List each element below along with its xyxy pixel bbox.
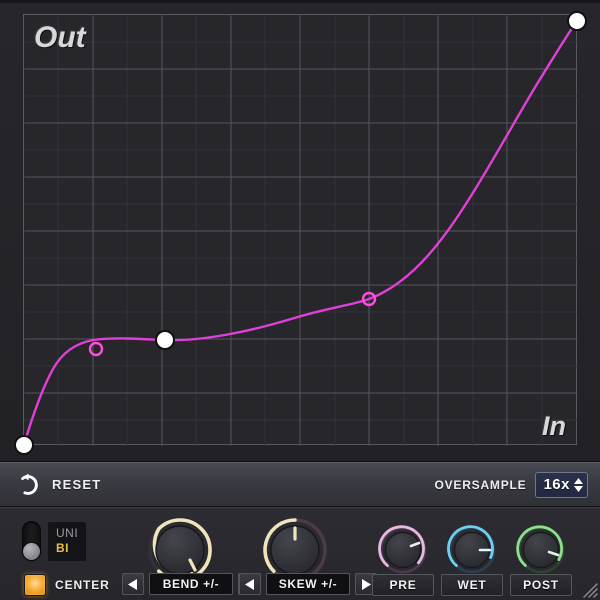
toggle-knob: [23, 543, 40, 560]
transfer-curve-plot[interactable]: Out In: [14, 11, 587, 455]
plugin-window: Out In RESET OVERSAMPLE 16x UNI BI CENTE…: [0, 0, 600, 600]
polarity-control[interactable]: UNI BI: [22, 521, 87, 561]
chevron-up-icon[interactable]: [574, 477, 583, 484]
bend-name-field[interactable]: BEND +/-: [149, 573, 233, 595]
curve-node-end[interactable]: [567, 11, 587, 31]
wet-knob[interactable]: [446, 524, 498, 576]
y-axis-label: Out: [34, 21, 86, 54]
x-axis-label: In: [542, 411, 566, 441]
triangle-left-icon: [128, 578, 137, 590]
reset-arrow-icon: [21, 473, 38, 495]
wet-button[interactable]: WET: [441, 574, 503, 596]
triangle-left-icon: [245, 578, 254, 590]
control-panel: UNI BI CENTER BEND +/- SKEW +/- PRE WET …: [0, 507, 600, 600]
oversample-stepper[interactable]: 16x: [535, 471, 588, 498]
polarity-labels[interactable]: UNI BI: [48, 521, 87, 561]
curve-node-mid[interactable]: [155, 330, 175, 350]
polarity-option-bi[interactable]: BI: [56, 541, 78, 556]
polarity-option-uni[interactable]: UNI: [56, 526, 78, 541]
pre-knob[interactable]: [377, 524, 429, 576]
curve-node-start[interactable]: [14, 435, 34, 455]
pre-knob-graphic: [378, 525, 427, 574]
reset-button[interactable]: RESET: [16, 473, 101, 497]
post-button[interactable]: POST: [510, 574, 572, 596]
post-knob-graphic: [516, 525, 565, 574]
toolbar: RESET OVERSAMPLE 16x: [0, 462, 600, 507]
curve-graphics: [14, 11, 587, 455]
triangle-right-icon: [362, 578, 371, 590]
resize-grip-icon[interactable]: [580, 580, 598, 598]
wet-knob-graphic: [447, 525, 496, 574]
polarity-toggle-switch[interactable]: [22, 521, 41, 561]
curve-display-panel[interactable]: Out In: [0, 0, 600, 462]
skew-name-field[interactable]: SKEW +/-: [266, 573, 350, 595]
pre-button[interactable]: PRE: [372, 574, 434, 596]
oversample-spin-arrows[interactable]: [574, 477, 583, 492]
bend-prev-button[interactable]: [122, 573, 144, 595]
grid-major: [24, 15, 578, 446]
post-knob[interactable]: [515, 524, 567, 576]
oversample-label: OVERSAMPLE: [434, 477, 527, 492]
reset-label: RESET: [52, 477, 102, 492]
chevron-down-icon[interactable]: [574, 485, 583, 492]
oversample-value: 16x: [543, 476, 570, 493]
center-led-button[interactable]: [24, 574, 46, 596]
center-label: CENTER: [55, 578, 110, 592]
skew-stepper[interactable]: SKEW +/-: [239, 573, 377, 595]
skew-prev-button[interactable]: [239, 573, 261, 595]
curve-handle-bend-1[interactable]: [88, 341, 104, 357]
center-control[interactable]: CENTER: [24, 574, 110, 596]
